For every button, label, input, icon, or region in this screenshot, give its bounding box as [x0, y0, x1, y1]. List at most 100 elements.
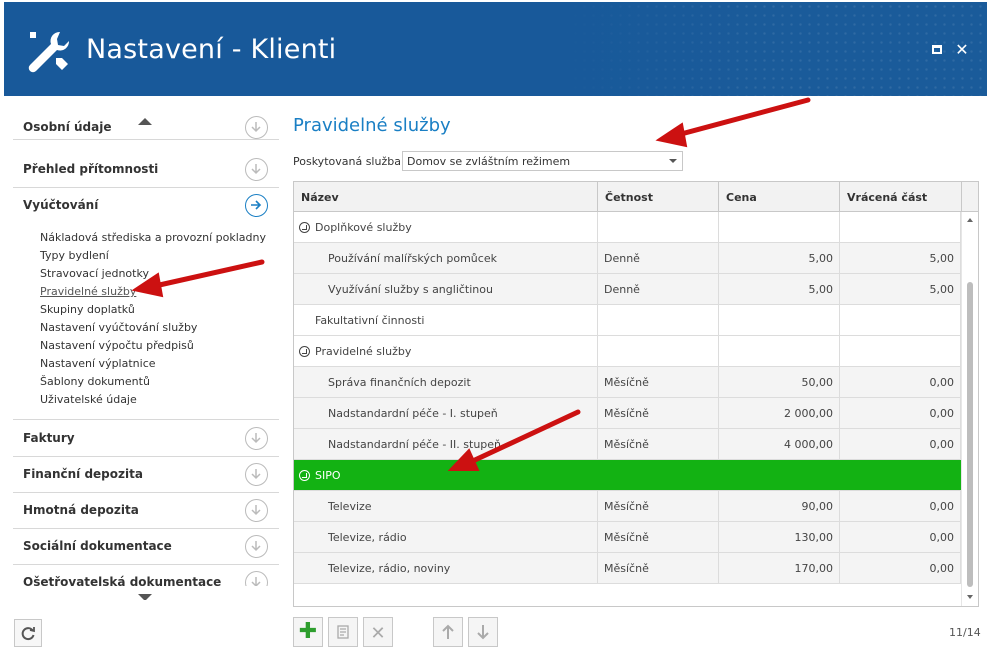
cell-text: Televize, rádio — [328, 531, 407, 544]
cell-text: Měsíčně — [604, 500, 649, 513]
sidebar-section-label: Sociální dokumentace — [23, 539, 172, 553]
cell-text: 0,00 — [929, 531, 955, 544]
scroll-up-icon[interactable] — [967, 218, 973, 222]
expand-group-icon[interactable] — [299, 222, 310, 233]
cell-frequency: Měsíčně — [598, 398, 719, 428]
sidebar-section-hmotna[interactable]: Hmotná depozita — [13, 493, 279, 529]
edit-button[interactable] — [328, 617, 358, 647]
cell-refund — [840, 336, 961, 366]
move-up-button[interactable] — [433, 617, 463, 647]
cell-text: Fakultativní činnosti — [315, 314, 425, 327]
chevron-down-icon — [669, 159, 677, 163]
sidebar-section-prehled[interactable]: Přehled přítomnosti — [13, 152, 279, 188]
service-select-value: Domov se zvláštním režimem — [407, 155, 571, 168]
cell-frequency — [598, 460, 719, 490]
sidebar-subitem[interactable]: Nastavení vyúčtování služby — [40, 321, 197, 334]
sidebar-subitem[interactable]: Skupiny doplatků — [40, 303, 135, 316]
sidebar-section-vyuctovani[interactable]: Vyúčtování — [13, 188, 279, 224]
maximize-button[interactable] — [929, 42, 945, 58]
table-group-row[interactable]: Pravidelné služby — [294, 336, 961, 367]
close-button[interactable]: ✕ — [954, 42, 970, 58]
chevron-down-circle-icon — [245, 463, 268, 486]
cell-text: Měsíčně — [604, 438, 649, 451]
table-row[interactable]: Nadstandardní péče - I. stupeň Měsíčně 2 0… — [294, 398, 961, 429]
cell-text: Televize, rádio, noviny — [328, 562, 451, 575]
chevron-down-circle-icon — [245, 158, 268, 181]
cell-refund: 0,00 — [840, 522, 961, 552]
move-down-icon — [477, 625, 489, 640]
cell-name: Televize, rádio, noviny — [294, 553, 598, 583]
refresh-button[interactable] — [14, 619, 42, 647]
table-group-row[interactable]: SIPO — [294, 460, 961, 491]
table-header: Název Četnost Cena Vrácená část — [294, 182, 978, 212]
sidebar-section-label: Faktury — [23, 431, 75, 445]
column-header-refund[interactable]: Vrácená část — [840, 182, 962, 212]
sidebar-scroll-down-icon[interactable] — [138, 594, 152, 600]
sidebar-subitem[interactable]: Nákladová střediska a provozní pokladny — [40, 231, 266, 244]
sidebar-subitem[interactable]: Nastavení výplatnice — [40, 357, 156, 370]
cell-text: SIPO — [315, 469, 341, 482]
cell-text: 0,00 — [929, 407, 955, 420]
table-row[interactable]: Televize, rádio, noviny Měsíčně 170,00 0,00 — [294, 553, 961, 584]
title-bar: Nastavení - Klienti ✕ — [4, 2, 987, 96]
table-row[interactable]: Používání malířských pomůcek Denně 5,00 5,0… — [294, 243, 961, 274]
service-select[interactable]: Domov se zvláštním režimem — [402, 151, 683, 171]
cell-refund — [840, 460, 961, 490]
table-row[interactable]: Televize Měsíčně 90,00 0,00 — [294, 491, 961, 522]
cell-text: 5,00 — [808, 252, 834, 265]
cell-text: 5,00 — [808, 283, 834, 296]
cell-text: Denně — [604, 283, 640, 296]
sidebar-section-socialni[interactable]: Sociální dokumentace — [13, 529, 279, 565]
sidebar-section-faktury[interactable]: Faktury — [13, 421, 279, 457]
move-down-button[interactable] — [468, 617, 498, 647]
column-header-name[interactable]: Název — [294, 182, 598, 212]
sidebar-subitem[interactable]: Nastavení výpočtu předpisů — [40, 339, 194, 352]
cell-text: 90,00 — [801, 500, 834, 513]
sidebar-section-label: Přehled přítomnosti — [23, 162, 159, 176]
scrollbar-thumb[interactable] — [967, 282, 973, 587]
page-title: Pravidelné služby — [293, 115, 451, 136]
sidebar-subitem[interactable]: Uživatelské údaje — [40, 393, 137, 406]
expand-group-icon[interactable] — [299, 346, 310, 357]
sidebar-section-osobni-udaje[interactable]: Osobní údaje — [13, 110, 279, 140]
cell-text: 170,00 — [794, 562, 834, 575]
table-group-row[interactable]: Fakultativní činnosti — [294, 305, 961, 336]
cell-price: 170,00 — [719, 553, 840, 583]
scroll-down-icon[interactable] — [967, 595, 973, 599]
cell-name: Využívání služby s angličtinou — [294, 274, 598, 304]
wrench-screwdriver-icon — [28, 31, 70, 73]
expand-group-icon[interactable] — [299, 470, 310, 481]
cell-price: 5,00 — [719, 274, 840, 304]
table-group-row[interactable]: Doplňkové služby — [294, 212, 961, 243]
table-row[interactable]: Využívání služby s angličtinou Denně 5,00 5… — [294, 274, 961, 305]
cell-text: Doplňkové služby — [315, 221, 412, 234]
sidebar-subitem[interactable]: Stravovací jednotky — [40, 267, 149, 280]
sidebar-subitem[interactable]: Šablony dokumentů — [40, 375, 150, 388]
cell-name: Pravidelné služby — [294, 336, 598, 366]
sidebar-section-label: Hmotná depozita — [23, 503, 139, 517]
cell-price: 130,00 — [719, 522, 840, 552]
cell-text: 0,00 — [929, 376, 955, 389]
cell-frequency: Měsíčně — [598, 367, 719, 397]
table-row[interactable]: Televize, rádio Měsíčně 130,00 0,00 — [294, 522, 961, 553]
sidebar-section-financni[interactable]: Finanční depozita — [13, 457, 279, 493]
cell-name: Nadstandardní péče - II. stupeň — [294, 429, 598, 459]
sidebar-subitem[interactable]: Typy bydlení — [40, 249, 109, 262]
delete-icon: ✕ — [370, 623, 386, 644]
cell-text: 130,00 — [794, 531, 834, 544]
add-button[interactable]: ✚ — [293, 617, 323, 647]
cell-name: Televize — [294, 491, 598, 521]
cell-text: 50,00 — [801, 376, 834, 389]
cell-text: Správa finančních depozit — [328, 376, 471, 389]
cell-price: 90,00 — [719, 491, 840, 521]
cell-refund: 0,00 — [840, 553, 961, 583]
cell-text: Měsíčně — [604, 531, 649, 544]
column-header-price[interactable]: Cena — [719, 182, 840, 212]
sidebar-subitem-selected[interactable]: Pravidelné služby — [40, 285, 136, 298]
delete-button[interactable]: ✕ — [363, 617, 393, 647]
table-row[interactable]: Správa finančních depozit Měsíčně 50,00 0,0… — [294, 367, 961, 398]
cell-refund: 0,00 — [840, 367, 961, 397]
table-scrollbar[interactable] — [961, 212, 978, 606]
column-header-frequency[interactable]: Četnost — [598, 182, 719, 212]
table-row[interactable]: Nadstandardní péče - II. stupeň Měsíčně 4 … — [294, 429, 961, 460]
